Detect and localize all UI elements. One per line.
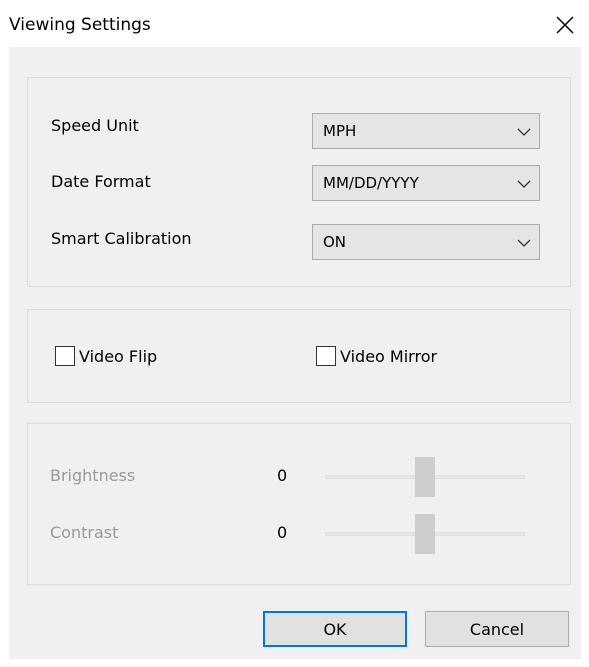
contrast-slider[interactable] bbox=[325, 514, 525, 554]
contrast-value: 0 bbox=[277, 523, 288, 542]
date-format-label: Date Format bbox=[51, 172, 151, 191]
dialog-title: Viewing Settings bbox=[9, 15, 151, 35]
brightness-label: Brightness bbox=[50, 466, 136, 485]
brightness-slider[interactable] bbox=[325, 457, 525, 497]
contrast-label: Contrast bbox=[50, 523, 119, 542]
image-adjust-group bbox=[27, 423, 571, 585]
video-flip-label: Video Flip bbox=[79, 347, 158, 366]
smart-calibration-dropdown[interactable]: ON bbox=[312, 224, 540, 260]
cancel-button[interactable]: Cancel bbox=[425, 611, 569, 647]
ok-button[interactable]: OK bbox=[263, 611, 407, 647]
smart-calibration-value: ON bbox=[323, 233, 347, 251]
checkbox-box[interactable] bbox=[316, 346, 336, 366]
chevron-down-icon bbox=[517, 124, 531, 138]
dialog-body: Speed Unit MPH Date Format MM/DD/YYYY Sm… bbox=[9, 47, 581, 659]
chevron-down-icon bbox=[517, 176, 531, 190]
slider-thumb[interactable] bbox=[415, 457, 435, 497]
smart-calibration-label: Smart Calibration bbox=[51, 229, 192, 248]
display-settings-group: Speed Unit MPH Date Format MM/DD/YYYY Sm… bbox=[27, 77, 571, 287]
chevron-down-icon bbox=[517, 235, 531, 249]
viewing-settings-dialog: Viewing Settings Speed Unit MPH Date For… bbox=[0, 0, 589, 667]
brightness-value: 0 bbox=[277, 466, 288, 485]
video-mirror-label: Video Mirror bbox=[340, 347, 438, 366]
date-format-value: MM/DD/YYYY bbox=[323, 174, 419, 192]
speed-unit-dropdown[interactable]: MPH bbox=[312, 113, 540, 149]
date-format-dropdown[interactable]: MM/DD/YYYY bbox=[312, 165, 540, 201]
speed-unit-label: Speed Unit bbox=[51, 116, 139, 135]
close-icon[interactable] bbox=[553, 13, 577, 37]
slider-thumb[interactable] bbox=[415, 514, 435, 554]
checkbox-box[interactable] bbox=[55, 346, 75, 366]
speed-unit-value: MPH bbox=[323, 122, 357, 140]
